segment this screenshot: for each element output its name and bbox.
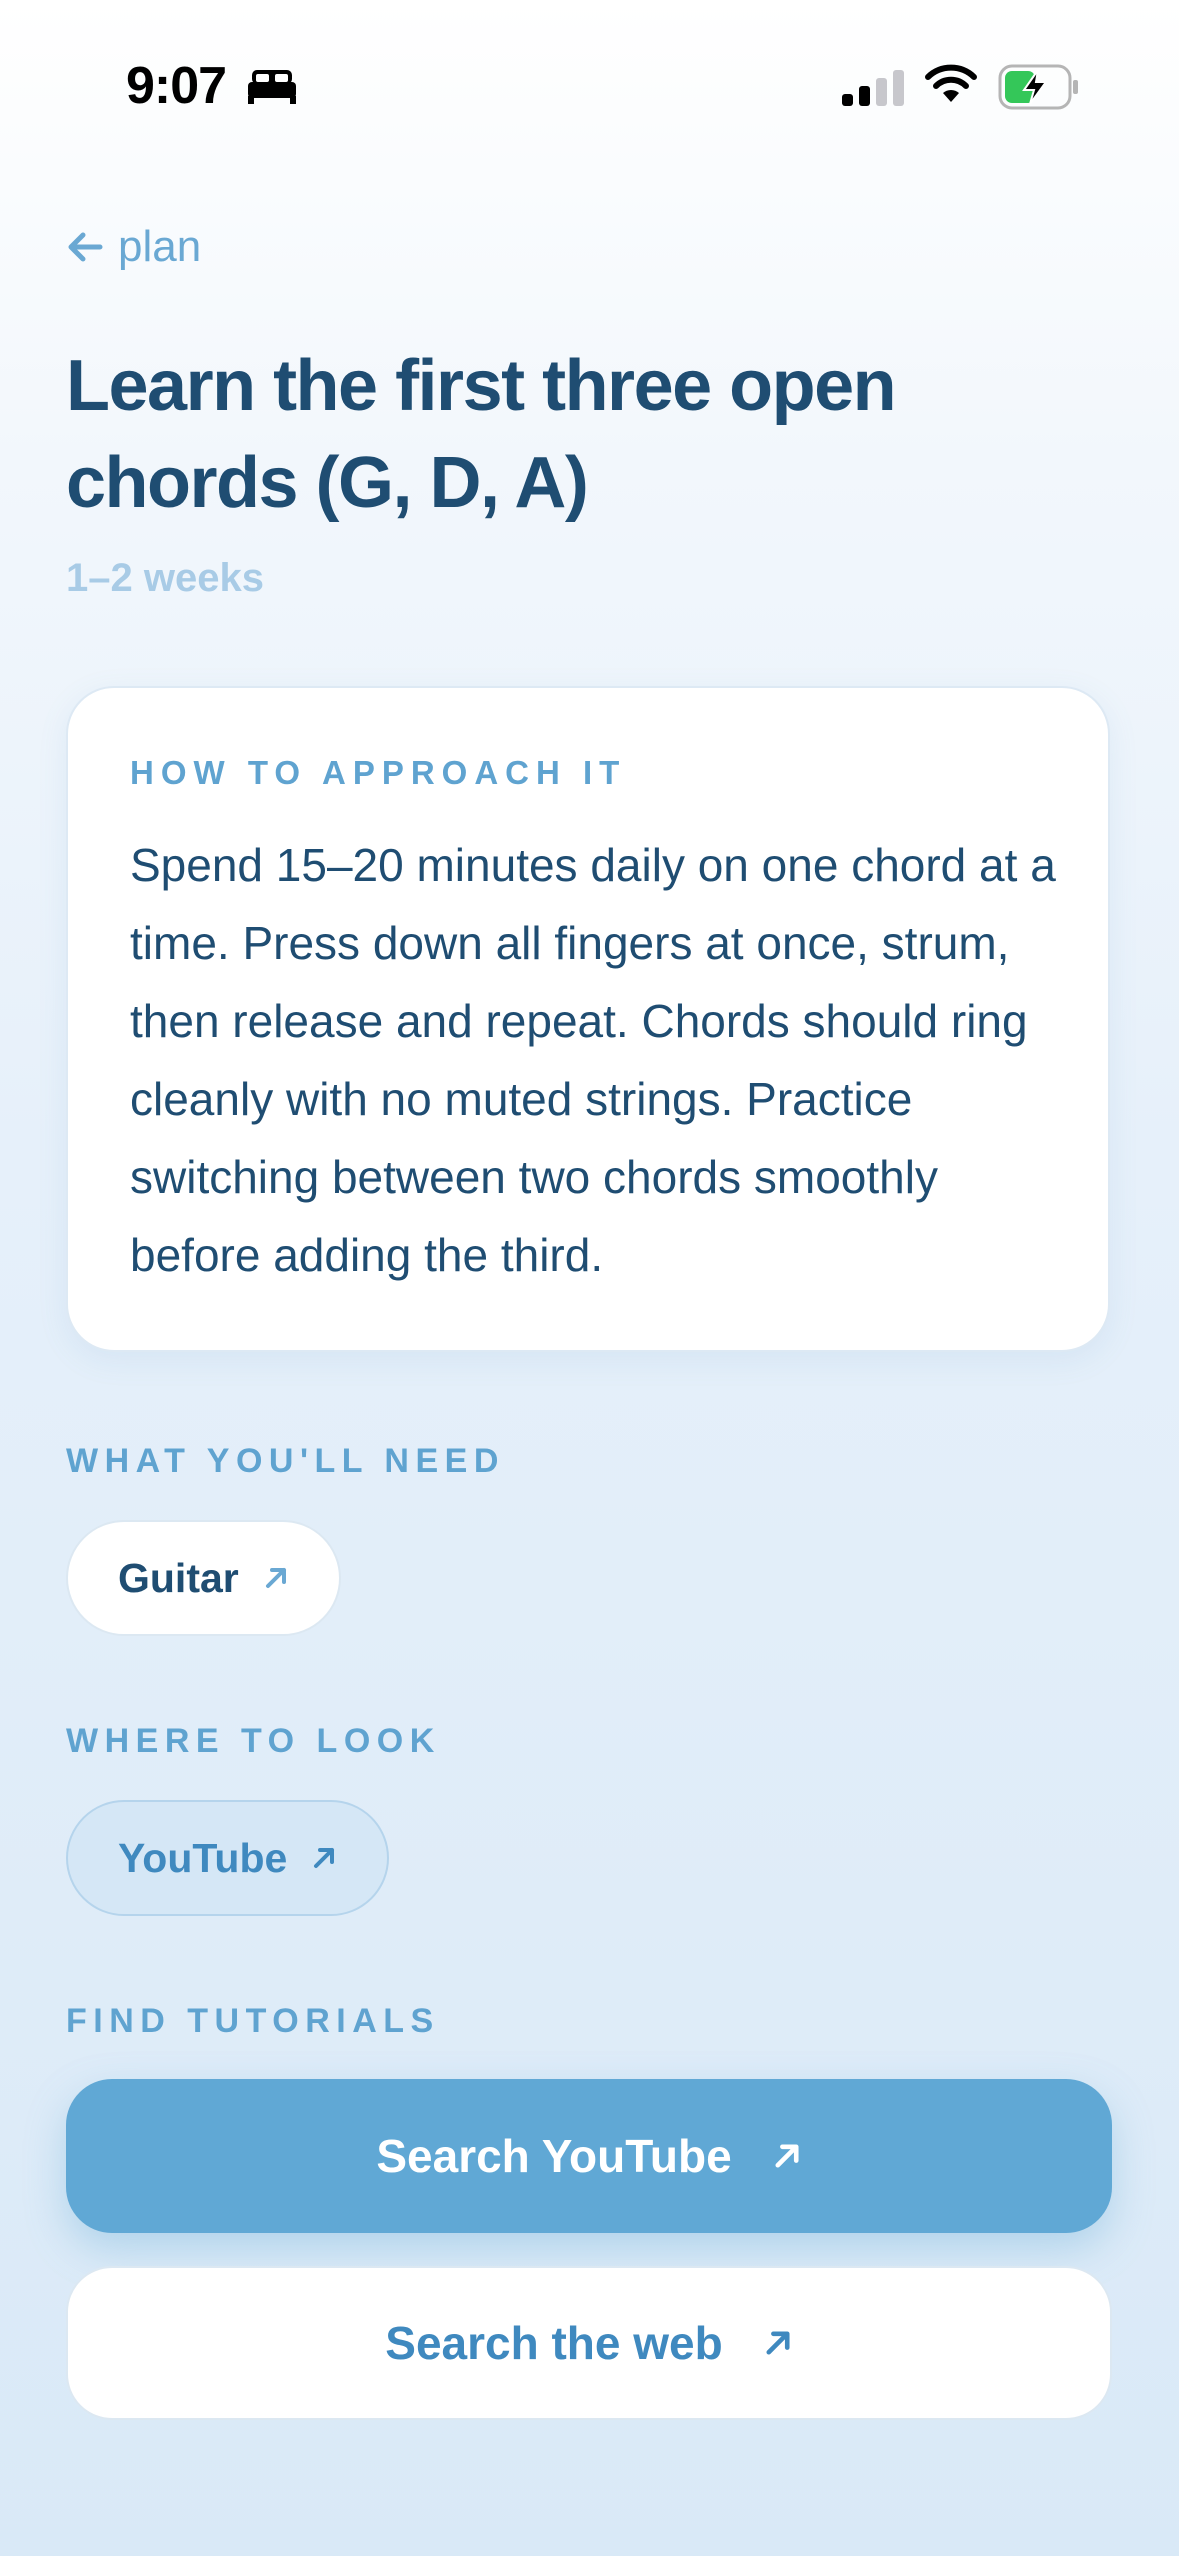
youtube-chip-label: YouTube — [118, 1834, 288, 1881]
arrow-up-right-icon — [775, 2144, 799, 2168]
status-bar: 9:07 — [0, 0, 1179, 170]
arrow-up-right-icon — [314, 1848, 335, 1868]
youtube-chip[interactable]: YouTube — [66, 1800, 390, 1916]
bed-icon — [248, 70, 296, 104]
approach-body: Spend 15–20 minutes daily on one chord a… — [130, 839, 1056, 1281]
guitar-chip[interactable]: Guitar — [66, 1520, 341, 1636]
arrow-up-right-icon — [766, 2331, 790, 2355]
duration-label: 1–2 weeks — [66, 556, 264, 600]
where-heading: WHERE TO LOOK — [66, 1722, 441, 1760]
arrow-left-icon — [68, 232, 103, 262]
approach-heading: HOW TO APPROACH IT — [130, 754, 627, 791]
needs-heading: WHAT YOU'LL NEED — [66, 1442, 505, 1480]
wifi-icon — [925, 64, 977, 102]
back-label: plan — [118, 222, 202, 271]
search-youtube-label: Search YouTube — [376, 2130, 732, 2182]
page-title: Learn the first three open chords (G, D,… — [66, 346, 897, 523]
approach-card: HOW TO APPROACH IT Spend 15–20 minutes d… — [66, 686, 1110, 1352]
arrow-up-right-icon — [265, 1568, 286, 1588]
tutorials-heading: FIND TUTORIALS — [66, 2002, 440, 2040]
search-web-label: Search the web — [385, 2317, 723, 2369]
cellular-signal-icon — [842, 70, 904, 106]
search-youtube-button[interactable]: Search YouTube — [66, 2079, 1112, 2233]
back-link[interactable]: plan — [66, 222, 201, 272]
search-web-button[interactable]: Search the web — [66, 2266, 1112, 2420]
battery-charging-icon — [998, 64, 1078, 110]
guitar-chip-label: Guitar — [118, 1554, 239, 1601]
status-time: 9:07 — [126, 57, 227, 115]
